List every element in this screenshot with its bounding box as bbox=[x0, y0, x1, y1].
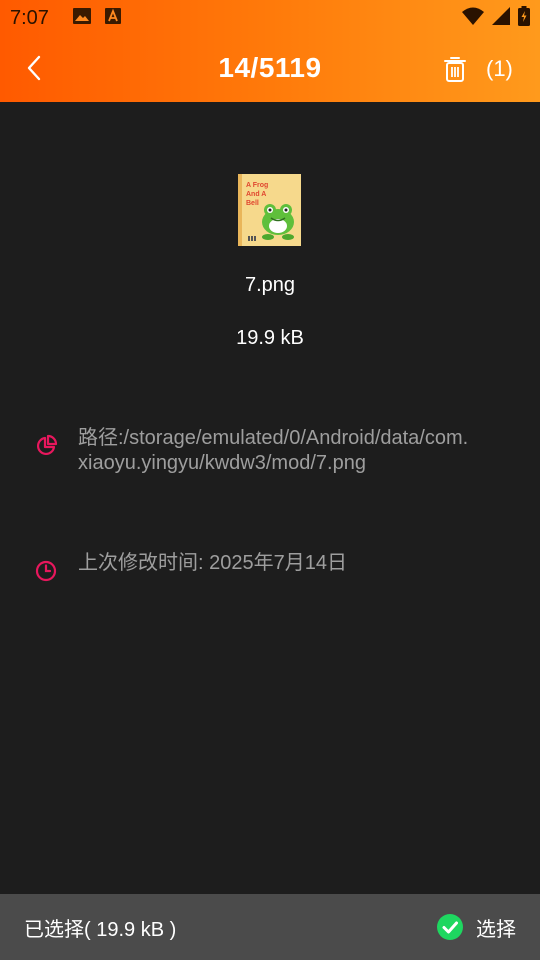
bottom-bar: 已选择( 19.9 kB ) 选择 bbox=[0, 894, 540, 960]
status-time: 7:07 bbox=[10, 6, 49, 29]
app-bar: 14/5119 (1) bbox=[0, 36, 540, 102]
file-size: 19.9 kB bbox=[236, 327, 304, 349]
header: 7:07 14/5119 (1) bbox=[0, 0, 540, 102]
select-label: 选择 bbox=[476, 918, 516, 941]
modified-date: 上次修改时间: 2025年7月14日 bbox=[78, 552, 347, 574]
file-path: 路径:/storage/emulated/0/Android/data/com.… bbox=[78, 427, 469, 474]
status-right bbox=[462, 5, 530, 31]
file-name: 7.png bbox=[244, 274, 296, 296]
battery-icon bbox=[518, 5, 530, 31]
trash-icon bbox=[444, 57, 466, 82]
status-bar: 7:07 bbox=[0, 0, 540, 36]
cellular-signal-icon bbox=[492, 6, 510, 30]
svg-text:Bell: Bell bbox=[246, 200, 259, 207]
selection-count: (1) bbox=[486, 56, 513, 81]
select-button[interactable]: 选择 bbox=[436, 913, 516, 942]
wifi-icon bbox=[462, 7, 484, 30]
gallery-notification-icon bbox=[72, 7, 91, 29]
svg-text:A Frog: A Frog bbox=[246, 182, 268, 189]
pie-chart-icon bbox=[34, 434, 58, 458]
svg-text:And A: And A bbox=[246, 191, 266, 198]
file-thumbnail[interactable]: A Frog And A Bell bbox=[238, 174, 301, 246]
path-row: 路径:/storage/emulated/0/Android/data/com.… bbox=[34, 426, 478, 476]
modified-row: 上次修改时间: 2025年7月14日 bbox=[34, 551, 478, 583]
delete-button[interactable] bbox=[440, 52, 470, 86]
clock-icon bbox=[34, 559, 58, 583]
app-notification-icon bbox=[104, 7, 121, 29]
check-circle-icon bbox=[437, 914, 463, 940]
selected-summary: 已选择( 19.9 kB ) bbox=[24, 918, 177, 941]
